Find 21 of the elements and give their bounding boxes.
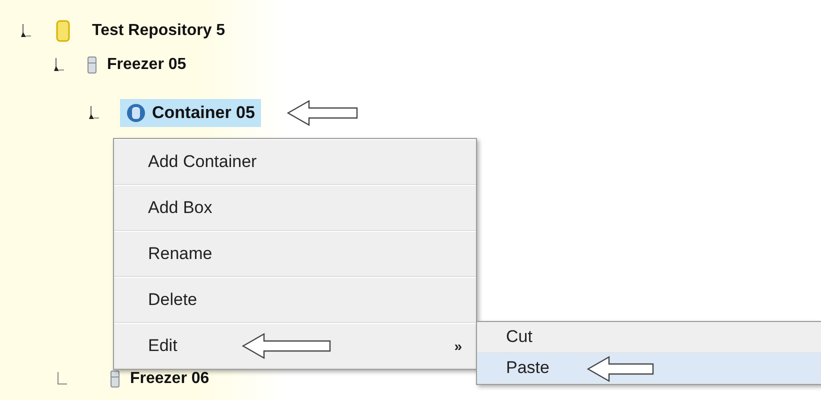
tree-node[interactable]: Container 05 [120, 99, 261, 127]
menu-item[interactable]: Paste [477, 353, 821, 384]
menu-item[interactable]: Add Box [114, 185, 476, 231]
callout-arrow-icon [587, 356, 655, 382]
freezer-icon [87, 56, 97, 74]
container-icon [126, 103, 146, 123]
menu-item[interactable]: Add Container [114, 139, 476, 185]
tree-node-label[interactable]: Freezer 05 [107, 56, 186, 74]
repository-icon [56, 20, 70, 42]
menu-item[interactable]: Rename [114, 231, 476, 277]
submenu-indicator: » [454, 338, 462, 354]
expanded-icon[interactable] [53, 58, 65, 72]
tree-node-label[interactable]: Test Repository 5 [92, 22, 226, 40]
freezer-icon [110, 370, 120, 388]
expanded-icon[interactable] [88, 106, 100, 120]
callout-arrow-icon [286, 100, 359, 126]
menu-item[interactable]: Delete [114, 277, 476, 323]
expanded-icon[interactable] [20, 24, 32, 38]
menu-item[interactable]: Edit » [114, 323, 476, 369]
callout-arrow-icon [242, 333, 332, 359]
tree-node-label[interactable]: Freezer 06 [130, 370, 210, 388]
